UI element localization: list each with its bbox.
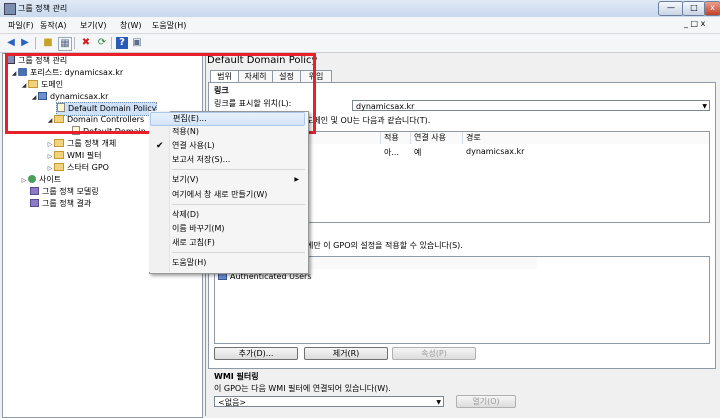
close-button[interactable]: x — [704, 1, 720, 16]
menu-item-link-enabled[interactable]: ✔ 연결 사용(L) — [150, 139, 305, 153]
back-arrow-icon[interactable]: ◀ — [5, 37, 17, 49]
menu-item-view[interactable]: 보기(V) ▶ — [150, 173, 305, 187]
remove-button[interactable]: 제거(R) — [304, 347, 388, 360]
column-header-enforced[interactable]: 적용 — [381, 132, 411, 144]
help-icon[interactable]: ? — [116, 37, 128, 49]
tree-item-starter-gpos[interactable]: ▷ 스타터 GPO — [46, 162, 109, 174]
menu-separator — [172, 169, 305, 170]
tree-item-sites[interactable]: ▷ 사이트 — [20, 174, 61, 186]
modeling-icon — [30, 187, 39, 195]
forward-arrow-icon[interactable]: ▶ — [19, 37, 31, 49]
wmi-filter-combobox[interactable]: <없음> ▼ — [214, 396, 444, 407]
tree-item-gpo-objects[interactable]: ▷ 그룹 정책 개체 — [46, 138, 116, 150]
folder-icon — [54, 139, 64, 147]
wmi-filtering-heading: WMI 필터링 — [214, 372, 259, 381]
show-hide-tree-icon[interactable]: ▦ — [58, 37, 72, 51]
links-description: 도메인 및 OU는 다음과 같습니다(T). — [306, 116, 431, 125]
column-header-path[interactable]: 경로 — [463, 132, 709, 144]
gpmc-app-icon — [4, 3, 16, 15]
checkmark-icon: ✔ — [156, 141, 164, 151]
tree-item-results[interactable]: 그룹 정책 결과 — [30, 198, 91, 210]
menu-help[interactable]: 도움말(H) — [152, 20, 186, 31]
toolbar-separator — [74, 37, 75, 49]
menu-window[interactable]: 창(W) — [120, 20, 142, 31]
tree-item-modeling[interactable]: 그룹 정책 모델링 — [30, 186, 99, 198]
minimize-button[interactable]: — — [658, 1, 684, 16]
folder-icon — [54, 151, 64, 159]
links-location-combobox[interactable]: dynamicsax.kr ▼ — [352, 100, 710, 111]
folder-icon — [54, 163, 64, 171]
expand-collapse-icon[interactable]: ▷ — [20, 175, 28, 187]
toolbar-separator — [111, 37, 112, 49]
column-header-enabled[interactable]: 연결 사용 — [411, 132, 463, 144]
menu-item-refresh[interactable]: 새로 고침(F) — [150, 236, 305, 250]
window-title: 그룹 정책 관리 — [18, 4, 68, 13]
menu-item-edit[interactable]: 편집(E)... — [150, 112, 305, 126]
menu-separator — [172, 204, 305, 205]
wmi-open-button[interactable]: 열기(O) — [456, 395, 516, 408]
delete-icon[interactable]: ✖ — [80, 37, 92, 49]
menu-item-enforced[interactable]: 적용(N) — [150, 125, 305, 139]
dropdown-arrow-icon: ▼ — [436, 399, 441, 406]
menu-file[interactable]: 파일(F) — [8, 20, 34, 31]
menu-item-save-report[interactable]: 보고서 저장(S)... — [150, 153, 305, 167]
title-bar: 그룹 정책 관리 — □ x — [0, 0, 720, 18]
toolbar: ◀ ▶ ■ ▦ ✖ ⟳ ? ▣ — [0, 34, 720, 53]
sites-icon — [28, 175, 36, 183]
menu-item-new-window[interactable]: 여기에서 창 새로 만들기(W) — [150, 188, 305, 202]
up-folder-icon[interactable]: ■ — [42, 37, 54, 49]
maximize-button[interactable]: □ — [682, 1, 706, 16]
menu-bar: 파일(F) 동작(A) 보기(V) 창(W) 도움말(H) _ □ x — [0, 17, 720, 34]
menu-separator — [172, 252, 305, 253]
tree-item-wmi-filters[interactable]: ▷ WMI 필터 — [46, 150, 101, 162]
menu-view[interactable]: 보기(V) — [80, 20, 106, 31]
properties-icon[interactable]: ▣ — [131, 37, 143, 49]
menu-item-rename[interactable]: 이름 바꾸기(M) — [150, 222, 305, 236]
security-filter-description: 에만 이 GPO의 설정을 적용할 수 있습니다(S). — [306, 241, 463, 250]
properties-button[interactable]: 속성(P) — [392, 347, 476, 360]
menu-action[interactable]: 동작(A) — [40, 20, 66, 31]
wmi-filtering-description: 이 GPO는 다음 WMI 필터에 연결되어 있습니다(W). — [214, 384, 391, 393]
menu-item-delete[interactable]: 삭제(D) — [150, 208, 305, 222]
menu-item-help[interactable]: 도움말(H) — [150, 256, 305, 270]
refresh-icon[interactable]: ⟳ — [96, 37, 108, 49]
mdi-window-controls[interactable]: _ □ x — [684, 19, 705, 28]
toolbar-separator — [35, 37, 36, 49]
results-icon — [30, 199, 39, 207]
add-button[interactable]: 추가(D)... — [214, 347, 298, 360]
submenu-arrow-icon: ▶ — [294, 176, 299, 183]
dropdown-arrow-icon: ▼ — [702, 103, 707, 110]
